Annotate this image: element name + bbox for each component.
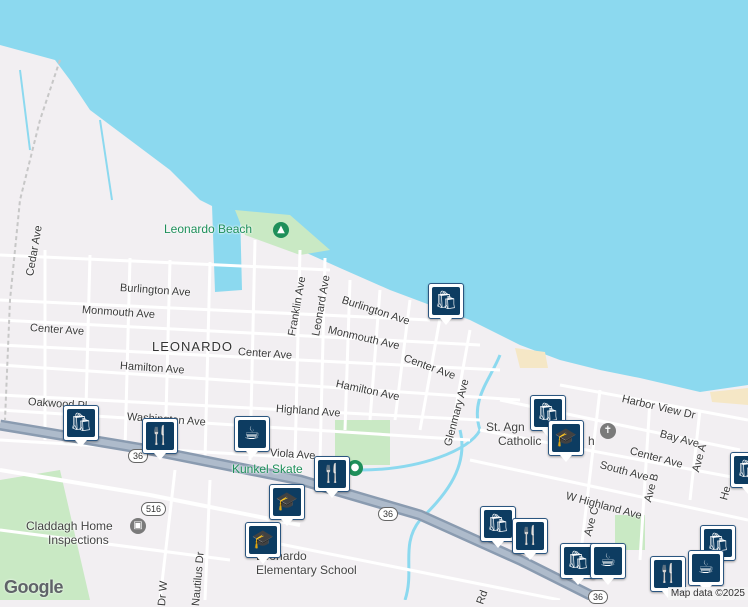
marker-restaurant[interactable]: 🍴 [314, 456, 350, 498]
coffee-cup-icon: ☕ [238, 420, 266, 448]
building-icon[interactable]: ▣ [130, 518, 146, 534]
route-shield: 36 [378, 507, 399, 521]
marker-school[interactable]: 🎓 [548, 420, 584, 462]
marker-restaurant[interactable]: 🍴 [142, 418, 178, 460]
marker-cafe[interactable]: ☕ [234, 416, 270, 458]
fork-knife-icon: 🍴 [146, 422, 174, 450]
marker-shopping[interactable]: 🛍 [480, 506, 516, 548]
fork-knife-icon: 🍴 [516, 522, 544, 550]
shopping-bag-icon: 🛍 [734, 456, 748, 484]
shopping-bag-icon: 🛍 [432, 287, 460, 315]
graduation-cap-icon: 🎓 [273, 488, 301, 516]
marker-school[interactable]: 🎓 [245, 522, 281, 564]
church-cross-icon[interactable]: ✝ [600, 423, 616, 439]
skatepark-label[interactable]: Kunkel Skate [232, 462, 303, 476]
marker-cafe[interactable]: ☕ [688, 550, 724, 592]
coffee-cup-icon: ☕ [692, 554, 720, 582]
inspections-label-line1[interactable]: Claddagh Home [26, 519, 113, 533]
shopping-bag-icon: 🛍 [564, 547, 592, 575]
tree-icon[interactable]: ▲ [273, 222, 289, 238]
marker-restaurant[interactable]: 🍴 [512, 518, 548, 560]
route-shield: 36 [588, 590, 609, 604]
church-label-line3[interactable]: h [588, 434, 595, 448]
fork-knife-icon: 🍴 [318, 460, 346, 488]
google-logo: Google [4, 577, 64, 597]
marker-school[interactable]: 🎓 [269, 484, 305, 526]
school-label-line2[interactable]: Elementary School [256, 563, 357, 577]
graduation-cap-icon: 🎓 [552, 424, 580, 452]
marker-shopping[interactable]: 🛍 [63, 405, 99, 447]
marker-cafe[interactable]: ☕ [590, 543, 626, 585]
church-label-line1[interactable]: St. Agn [486, 420, 525, 434]
area-label: LEONARDO [152, 339, 233, 354]
route-shield: 516 [141, 502, 167, 516]
map-attribution[interactable]: Map data ©2025 [667, 587, 748, 600]
shopping-bag-icon: 🛍 [484, 510, 512, 538]
beach-label[interactable]: Leonardo Beach [164, 222, 252, 236]
graduation-cap-icon: 🎓 [249, 526, 277, 554]
fork-knife-icon: 🍴 [654, 560, 682, 588]
coffee-cup-icon: ☕ [594, 547, 622, 575]
marker-shopping[interactable]: 🛍 [730, 452, 748, 494]
inspections-label-line2[interactable]: Inspections [48, 533, 109, 547]
church-label-line2[interactable]: Catholic [498, 434, 541, 448]
marker-shopping[interactable]: 🛍 [428, 283, 464, 325]
street-label: Dr W [156, 580, 171, 607]
shopping-bag-icon: 🛍 [67, 409, 95, 437]
